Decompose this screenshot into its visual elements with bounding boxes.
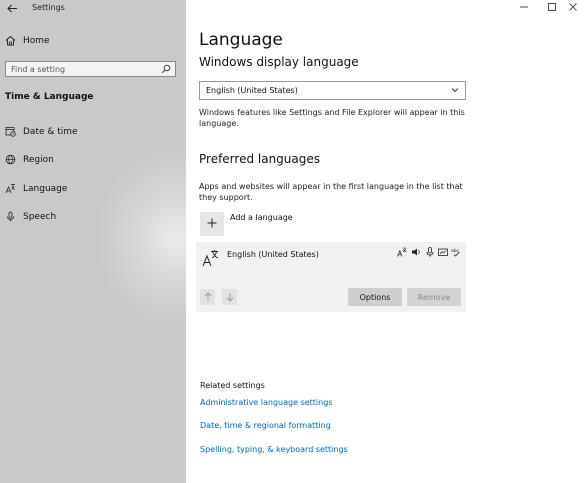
sidebar-item-speech[interactable]: Speech xyxy=(0,208,186,226)
back-arrow-icon[interactable] xyxy=(5,2,19,14)
date-time-regional-link[interactable]: Date, time & regional formatting xyxy=(200,421,331,430)
language-icon xyxy=(202,249,220,267)
speech-recognition-icon xyxy=(425,247,435,257)
minimize-button[interactable] xyxy=(509,0,539,16)
admin-language-settings-link[interactable]: Administrative language settings xyxy=(200,398,332,407)
spellcheck-icon: abc xyxy=(451,247,461,257)
related-settings-heading: Related settings xyxy=(200,381,265,390)
display-language-heading: Windows display language xyxy=(199,55,359,69)
sidebar-item-date-time[interactable]: Date & time xyxy=(0,123,186,141)
close-icon xyxy=(569,2,577,14)
arrow-down-icon xyxy=(226,293,233,302)
home-label: Home xyxy=(23,36,50,46)
sidebar: Settings Home Time & Language Date & tim… xyxy=(0,0,186,483)
text-to-speech-icon xyxy=(411,247,421,257)
globe-icon xyxy=(5,154,16,165)
language-item-english-us[interactable]: English (United States) abc Options Remo… xyxy=(196,242,466,312)
minimize-icon xyxy=(520,3,528,14)
title-bar: Settings xyxy=(0,0,186,16)
display-language-description: Windows features like Settings and File … xyxy=(199,108,465,128)
add-language-label[interactable]: Add a language xyxy=(230,213,293,222)
section-title: Time & Language xyxy=(5,92,94,102)
microphone-icon xyxy=(5,211,16,222)
display-language-dropdown[interactable]: English (United States) xyxy=(199,81,466,100)
chevron-down-icon xyxy=(451,86,459,94)
preferred-languages-heading: Preferred languages xyxy=(199,152,321,166)
plus-icon xyxy=(207,218,217,231)
move-up-button[interactable] xyxy=(200,289,215,305)
app-title: Settings xyxy=(32,3,65,12)
spelling-typing-keyboard-link[interactable]: Spelling, typing, & keyboard settings xyxy=(200,445,348,454)
home-nav-item[interactable]: Home xyxy=(0,33,186,49)
search-icon[interactable] xyxy=(161,64,171,74)
sidebar-item-label: Language xyxy=(23,184,68,194)
display-language-icon xyxy=(397,247,407,257)
remove-button[interactable]: Remove xyxy=(407,288,461,306)
sidebar-item-label: Date & time xyxy=(23,127,78,137)
sidebar-item-label: Region xyxy=(23,155,54,165)
calendar-clock-icon xyxy=(5,126,16,137)
search-input[interactable] xyxy=(6,62,156,76)
page-title: Language xyxy=(199,30,283,50)
language-icon xyxy=(5,183,16,194)
add-language-button[interactable] xyxy=(200,212,224,236)
preferred-languages-description: Apps and websites will appear in the fir… xyxy=(199,182,463,202)
language-name: English (United States) xyxy=(227,250,319,259)
options-button[interactable]: Options xyxy=(348,288,402,306)
sidebar-item-region[interactable]: Region xyxy=(0,151,186,169)
arrow-up-icon xyxy=(204,292,211,301)
search-box xyxy=(5,61,176,77)
move-down-button[interactable] xyxy=(222,289,237,305)
handwriting-icon xyxy=(438,247,448,257)
home-icon xyxy=(5,35,16,46)
sidebar-item-language[interactable]: Language xyxy=(0,180,186,198)
maximize-icon xyxy=(548,2,556,14)
sidebar-item-label: Speech xyxy=(23,212,57,222)
display-language-value: English (United States) xyxy=(206,86,298,95)
close-button[interactable] xyxy=(558,0,588,16)
